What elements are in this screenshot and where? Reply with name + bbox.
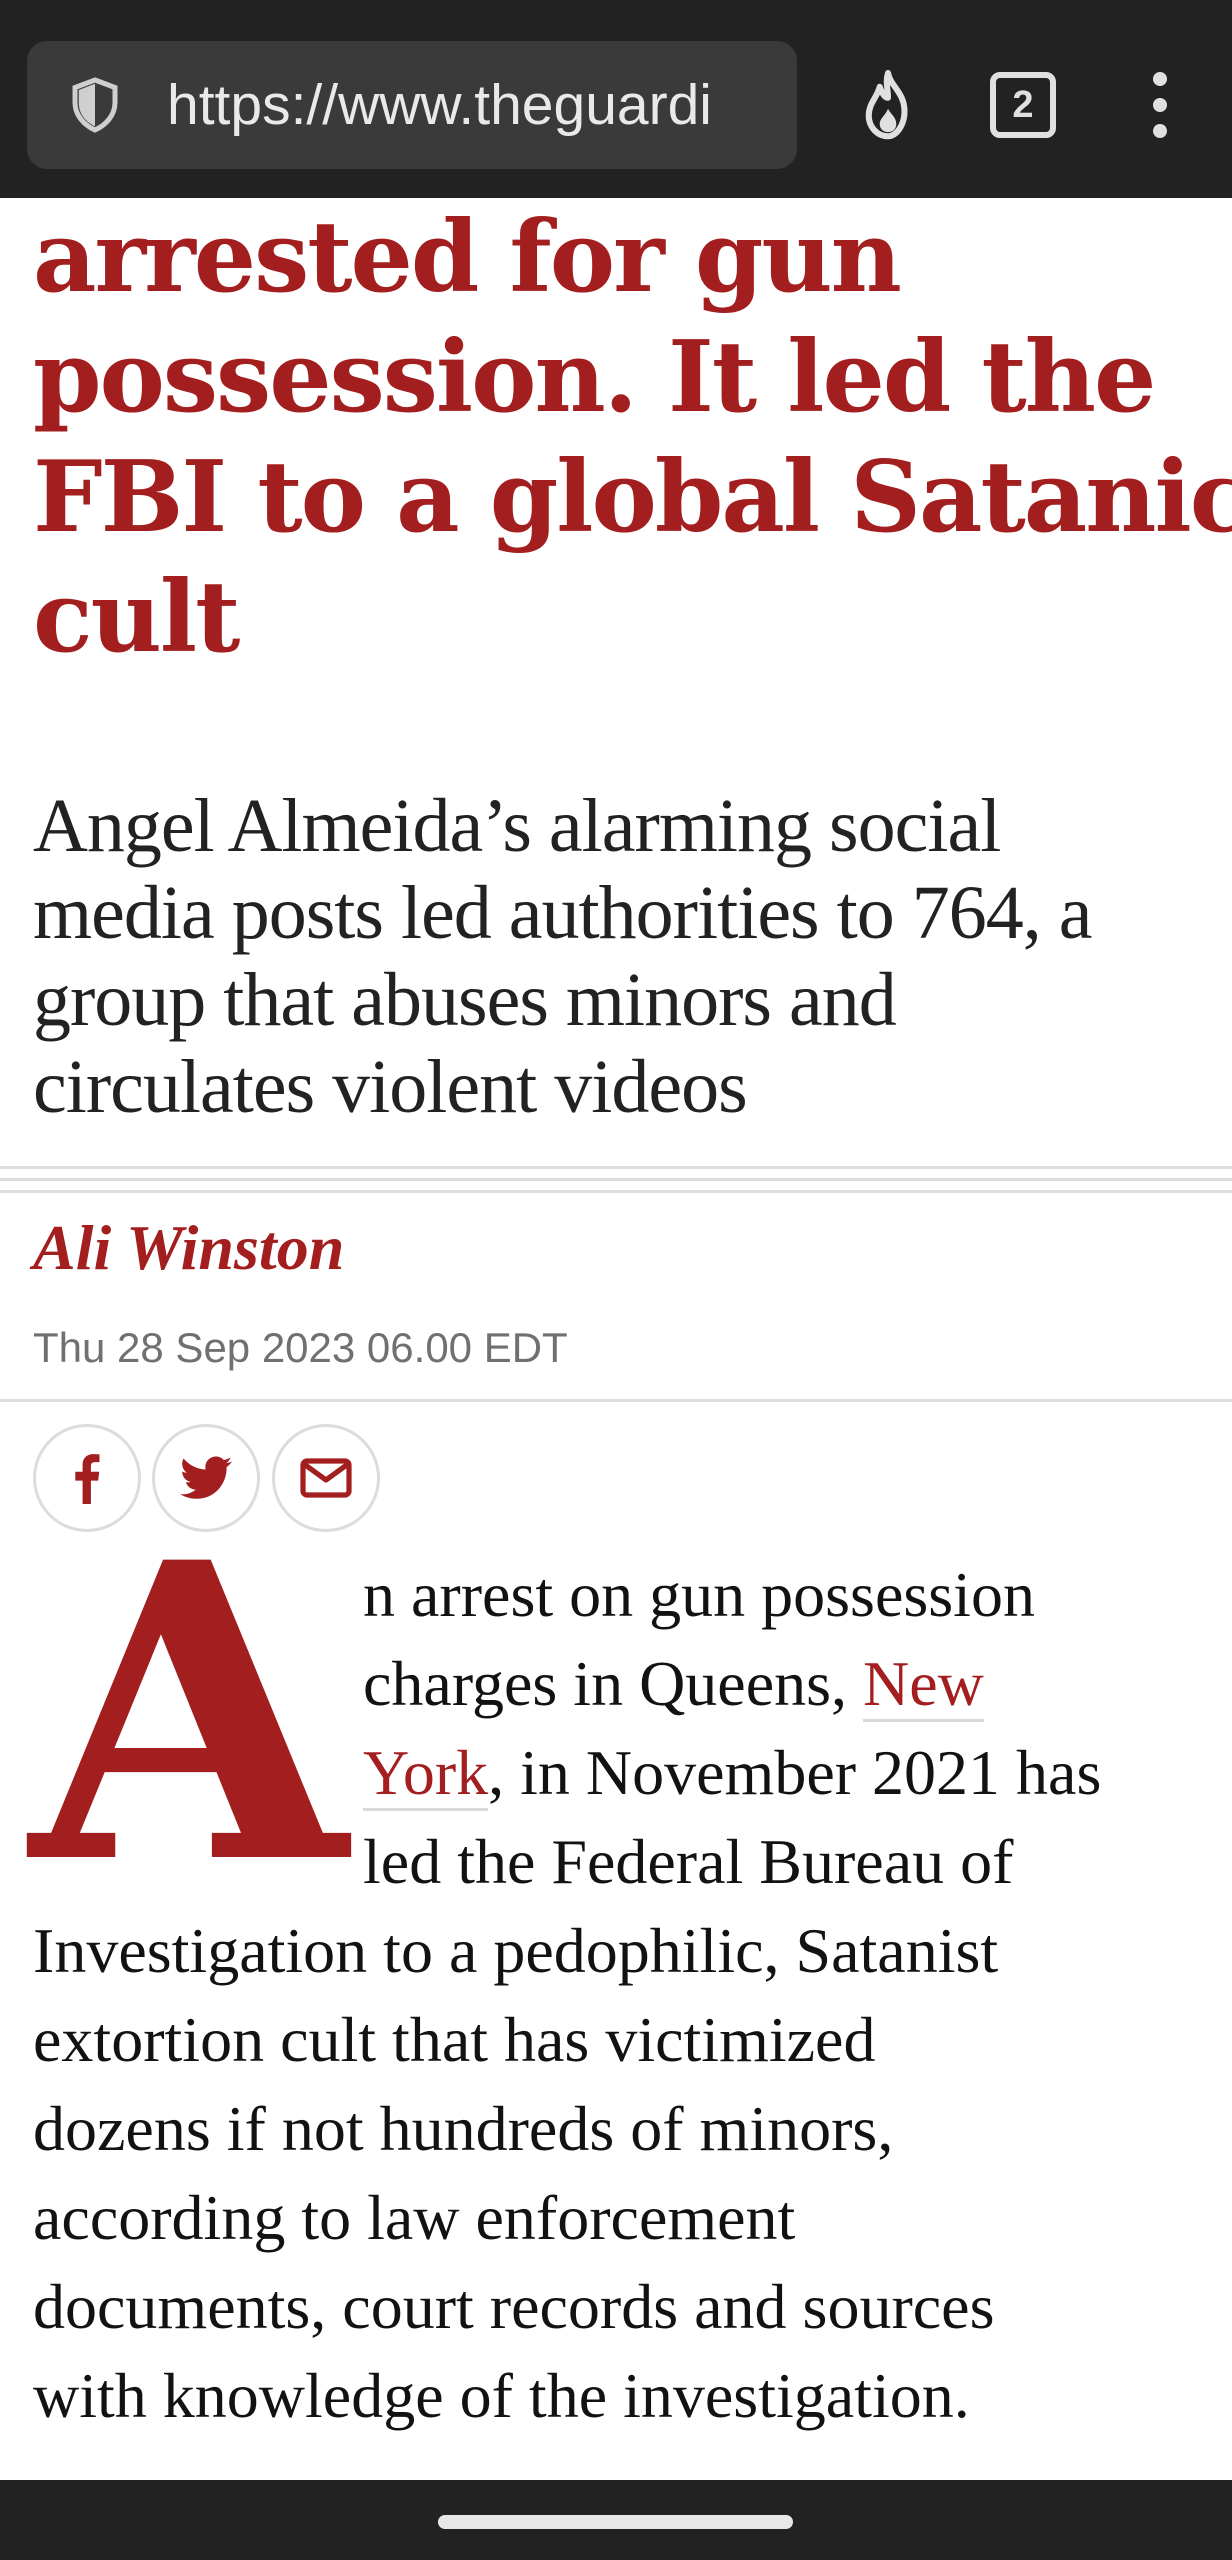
address-bar[interactable]: https://www.theguardi bbox=[27, 41, 797, 169]
body-line: dozens if not hundreds of minors, bbox=[33, 2093, 894, 2164]
headline-line: FBI to a global Satanic bbox=[33, 440, 1232, 555]
shield-icon[interactable] bbox=[65, 75, 125, 135]
section-divider bbox=[0, 1166, 1232, 1202]
url-text[interactable]: https://www.theguardi bbox=[167, 41, 787, 169]
body-line: n arrest on gun possession bbox=[363, 1559, 1035, 1630]
body-line: York, in November 2021 has bbox=[33, 1728, 1213, 1817]
system-nav-bar bbox=[0, 2480, 1232, 2560]
body-text-segment: charges in Queens, bbox=[363, 1648, 863, 1719]
standfirst-line: Angel Almeida’s alarming social bbox=[33, 784, 1001, 868]
divider bbox=[0, 1399, 1232, 1402]
standfirst-line: media posts led authorities to 764, a bbox=[33, 871, 1092, 955]
headline-line: possession. It led the bbox=[33, 320, 1156, 435]
home-gesture-handle[interactable] bbox=[438, 2515, 793, 2529]
body-line: according to law enforcement bbox=[33, 2182, 796, 2253]
body-line: Investigation to a pedophilic, Satanist bbox=[33, 1915, 999, 1986]
fire-icon[interactable] bbox=[855, 70, 921, 142]
more-vert-icon[interactable] bbox=[1146, 72, 1174, 138]
headline-line: cult bbox=[33, 560, 240, 675]
standfirst: Angel Almeida’s alarming social media po… bbox=[33, 783, 1213, 1131]
article-body: n arrest on gun possession charges in Qu… bbox=[33, 1550, 1213, 2440]
dateline: Thu 28 Sep 2023 06.00 EDT bbox=[33, 1324, 568, 1371]
body-line: charges in Queens, New bbox=[33, 1639, 1213, 1728]
author-link[interactable]: Ali Winston bbox=[33, 1208, 344, 1288]
new-york-link[interactable]: York bbox=[363, 1737, 489, 1811]
body-line: documents, court records and sources bbox=[33, 2271, 995, 2342]
standfirst-line: circulates violent videos bbox=[33, 1045, 748, 1129]
body-text-segment: , in November 2021 has bbox=[488, 1737, 1102, 1808]
browser-toolbar: https://www.theguardi 2 bbox=[0, 0, 1232, 198]
body-line: extortion cult that has victimized bbox=[33, 2004, 876, 2075]
standfirst-line: group that abuses minors and bbox=[33, 958, 897, 1042]
body-line: with knowledge of the investigation. bbox=[33, 2360, 970, 2431]
headline-line: arrested for gun bbox=[33, 200, 902, 315]
tab-switcher-button[interactable]: 2 bbox=[990, 72, 1056, 138]
body-line: led the Federal Bureau of bbox=[363, 1826, 1014, 1897]
new-york-link[interactable]: New bbox=[863, 1648, 984, 1722]
